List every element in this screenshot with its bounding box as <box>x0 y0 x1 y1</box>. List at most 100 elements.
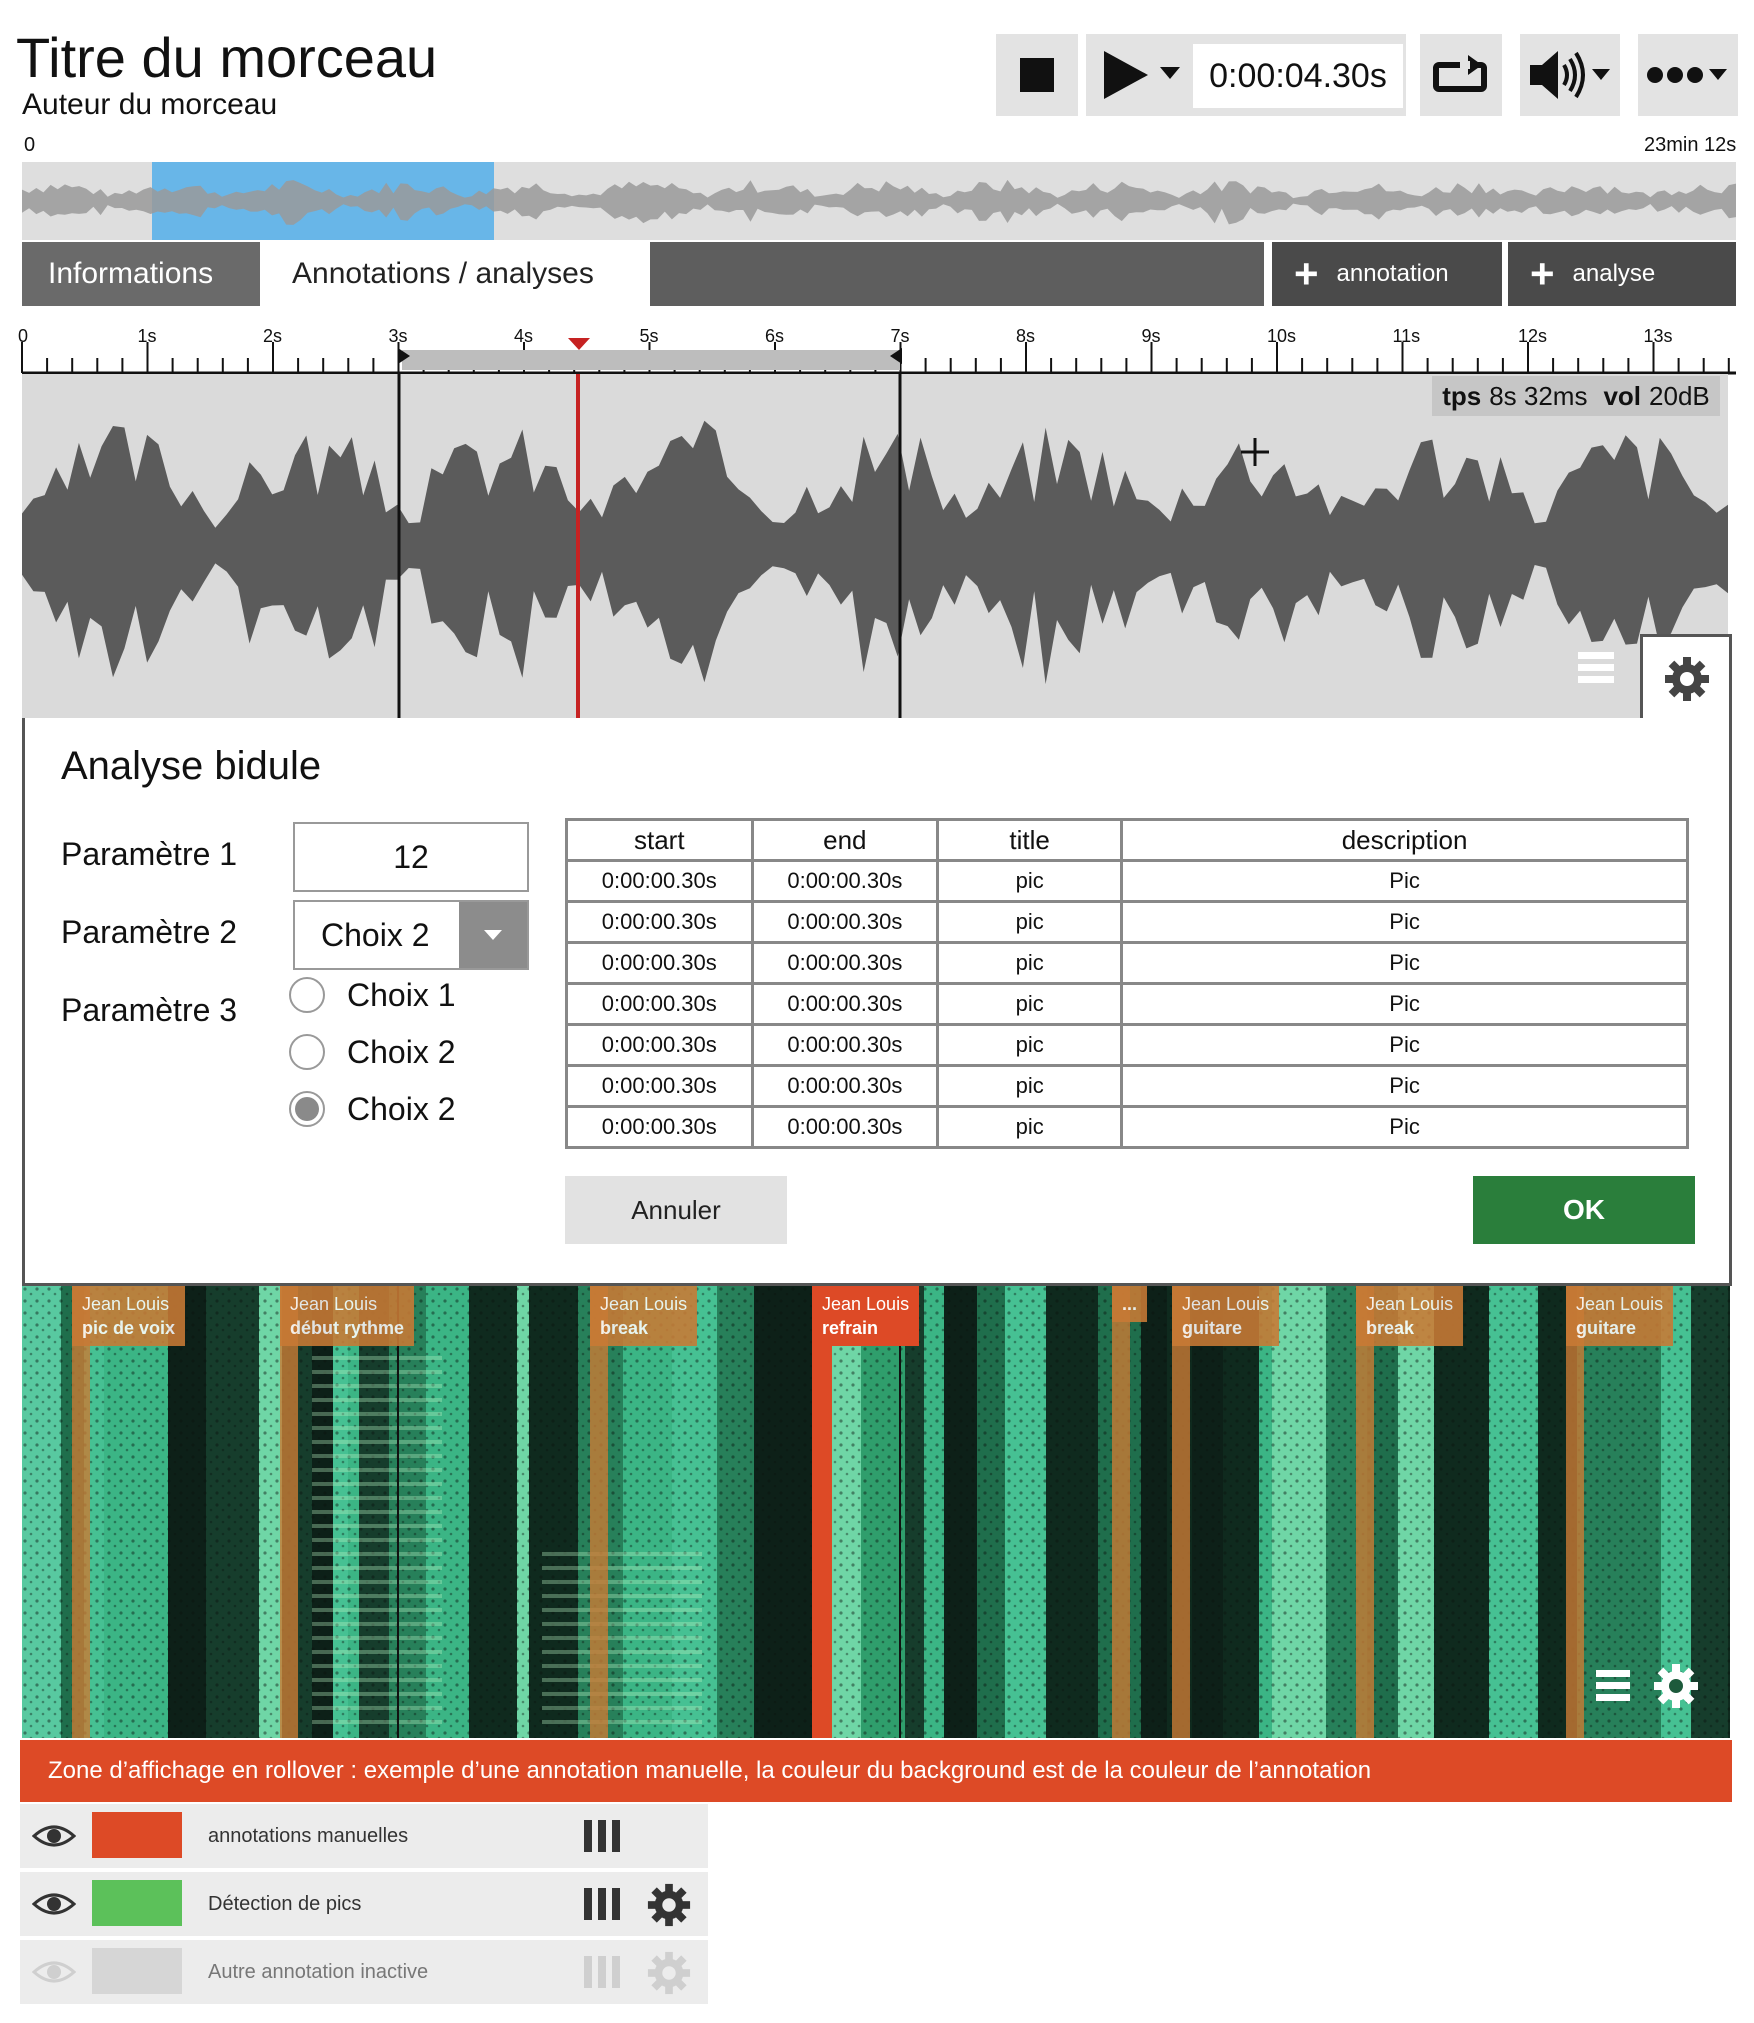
annotation-tag[interactable]: Jean Louis début rythme <box>280 1286 415 1346</box>
annotation-author: Jean Louis <box>82 1294 170 1314</box>
ok-button[interactable]: OK <box>1473 1176 1695 1244</box>
table-cell: 0:00:00.30s <box>750 941 940 985</box>
table-row[interactable]: 0:00:00.30s 0:00:00.30s pic Pic <box>565 1105 1689 1149</box>
annotation-marker[interactable] <box>590 1286 608 1738</box>
vol-label: vol <box>1603 380 1642 411</box>
radio-button[interactable] <box>289 1034 325 1070</box>
annotation-tag[interactable]: Jean Louis guitare <box>1566 1286 1674 1346</box>
table-cell: pic <box>936 1105 1124 1149</box>
layer-row[interactable]: annotations manuelles <box>20 1804 708 1868</box>
radio-option[interactable]: Choix 1 <box>289 974 456 1016</box>
annotation-marker[interactable] <box>280 1286 298 1738</box>
vol-value: 20dB <box>1649 380 1710 411</box>
layer-row[interactable]: Détection de pics <box>20 1872 708 1936</box>
table-cell: pic <box>936 941 1124 985</box>
param1-input[interactable]: 12 <box>293 822 529 892</box>
more-button[interactable] <box>1638 34 1738 116</box>
table-row[interactable]: 0:00:00.30s 0:00:00.30s pic Pic <box>565 1023 1689 1067</box>
param2-select[interactable]: Choix 2 <box>293 900 529 970</box>
table-row[interactable]: 0:00:00.30s 0:00:00.30s pic Pic <box>565 900 1689 944</box>
overview-waveform[interactable] <box>22 162 1736 240</box>
annotation-marker[interactable] <box>1356 1286 1374 1738</box>
plus-icon: + <box>1530 250 1555 297</box>
waveform-menu-icon[interactable] <box>1578 652 1614 683</box>
add-annotation-button[interactable]: + annotation <box>1272 242 1502 306</box>
annotation-marker[interactable] <box>1112 1286 1130 1738</box>
stop-button[interactable] <box>996 34 1078 116</box>
gear-icon[interactable] <box>646 1950 692 1996</box>
loop-icon <box>1433 55 1487 92</box>
eye-icon[interactable] <box>32 1958 76 1986</box>
tps-value: 8s 32ms <box>1489 380 1588 411</box>
layer-color-swatch[interactable] <box>92 1880 182 1926</box>
annotation-author: Jean Louis <box>1576 1294 1664 1314</box>
track-author: Auteur du morceau <box>22 88 278 121</box>
ruler-label: 4s <box>514 326 534 346</box>
eye-icon[interactable] <box>32 1822 76 1850</box>
gear-icon[interactable] <box>646 1882 692 1928</box>
add-analyse-button[interactable]: + analyse <box>1508 242 1736 306</box>
annotation-author: Jean Louis <box>822 1294 910 1314</box>
layer-color-swatch[interactable] <box>92 1948 182 1994</box>
tab-informations[interactable]: Informations <box>22 242 260 306</box>
spectrogram-menu-icon[interactable] <box>1596 1670 1630 1701</box>
results-table: start end title description 0:00:00.30s 0:00… <box>565 818 1689 1149</box>
overview-start-label: 0 <box>24 134 36 156</box>
spectrogram[interactable]: Jean Louis pic de voix Jean Louis début ryt… <box>22 1286 1730 1738</box>
annotation-author: Jean Louis <box>1182 1294 1270 1314</box>
ruler-label: 10s <box>1267 326 1297 346</box>
radio-option[interactable]: Choix 2 <box>289 1088 456 1130</box>
columns-icon[interactable] <box>582 1954 622 1990</box>
table-row[interactable]: 0:00:00.30s 0:00:00.30s pic Pic <box>565 941 1689 985</box>
ruler-selection[interactable] <box>402 350 900 370</box>
analysis-settings-tab[interactable] <box>1640 634 1732 723</box>
tab-bar-filler <box>650 242 1264 306</box>
table-row[interactable]: 0:00:00.30s 0:00:00.30s pic Pic <box>565 1064 1689 1108</box>
annotation-tag[interactable]: ... <box>1112 1286 1148 1322</box>
tab-annotations[interactable]: Annotations / analyses <box>262 242 648 306</box>
crosshair-cursor <box>1241 438 1269 466</box>
columns-icon[interactable] <box>582 1818 622 1854</box>
loop-button[interactable] <box>1420 34 1502 116</box>
main-waveform[interactable]: tps 8s 32ms vol 20dB <box>22 374 1728 718</box>
table-header[interactable]: start <box>565 818 754 862</box>
time-display[interactable]: 0:00:04.30s <box>1193 44 1403 108</box>
radio-button[interactable] <box>289 977 325 1013</box>
annotation-marker[interactable] <box>1172 1286 1190 1738</box>
radio-button[interactable] <box>289 1091 325 1127</box>
columns-icon[interactable] <box>582 1886 622 1922</box>
volume-button[interactable] <box>1520 34 1620 116</box>
table-cell: 0:00:00.30s <box>750 1023 940 1067</box>
chevron-down-icon[interactable] <box>459 902 527 968</box>
table-header[interactable]: description <box>1120 818 1689 862</box>
table-cell: 0:00:00.30s <box>750 859 940 903</box>
cancel-button[interactable]: Annuler <box>565 1176 787 1244</box>
annotation-tag[interactable]: Jean Louis break <box>1356 1286 1464 1346</box>
annotation-marker[interactable] <box>1566 1286 1584 1738</box>
annotation-tag[interactable]: Jean Louis refrain <box>812 1286 920 1346</box>
rollover-banner: Zone d’affichage en rollover : exemple d… <box>20 1740 1732 1802</box>
stop-icon <box>1020 58 1054 92</box>
annotation-tag[interactable]: Jean Louis guitare <box>1172 1286 1280 1346</box>
annotation-marker[interactable] <box>72 1286 90 1738</box>
annotation-tag[interactable]: Jean Louis break <box>590 1286 698 1346</box>
ruler-label: 8s <box>1016 326 1036 346</box>
table-header[interactable]: title <box>936 818 1124 862</box>
table-row[interactable]: 0:00:00.30s 0:00:00.30s pic Pic <box>565 982 1689 1026</box>
param2-label: Paramètre 2 <box>61 914 238 950</box>
ruler-label: 6s <box>765 326 785 346</box>
layer-color-swatch[interactable] <box>92 1812 182 1858</box>
table-row[interactable]: 0:00:00.30s 0:00:00.30s pic Pic <box>565 859 1689 903</box>
layer-label: Détection de pics <box>208 1892 362 1915</box>
plus-icon: + <box>1294 250 1319 297</box>
layer-row[interactable]: Autre annotation inactive <box>20 1940 708 2004</box>
table-cell: Pic <box>1120 1105 1689 1149</box>
table-cell: pic <box>936 1064 1124 1108</box>
radio-option[interactable]: Choix 2 <box>289 1031 456 1073</box>
playhead-handle[interactable] <box>568 338 590 350</box>
annotation-tag[interactable]: Jean Louis pic de voix <box>72 1286 186 1346</box>
gear-icon[interactable] <box>1652 1662 1700 1710</box>
table-header[interactable]: end <box>750 818 940 862</box>
annotation-marker[interactable] <box>812 1286 832 1738</box>
eye-icon[interactable] <box>32 1890 76 1918</box>
